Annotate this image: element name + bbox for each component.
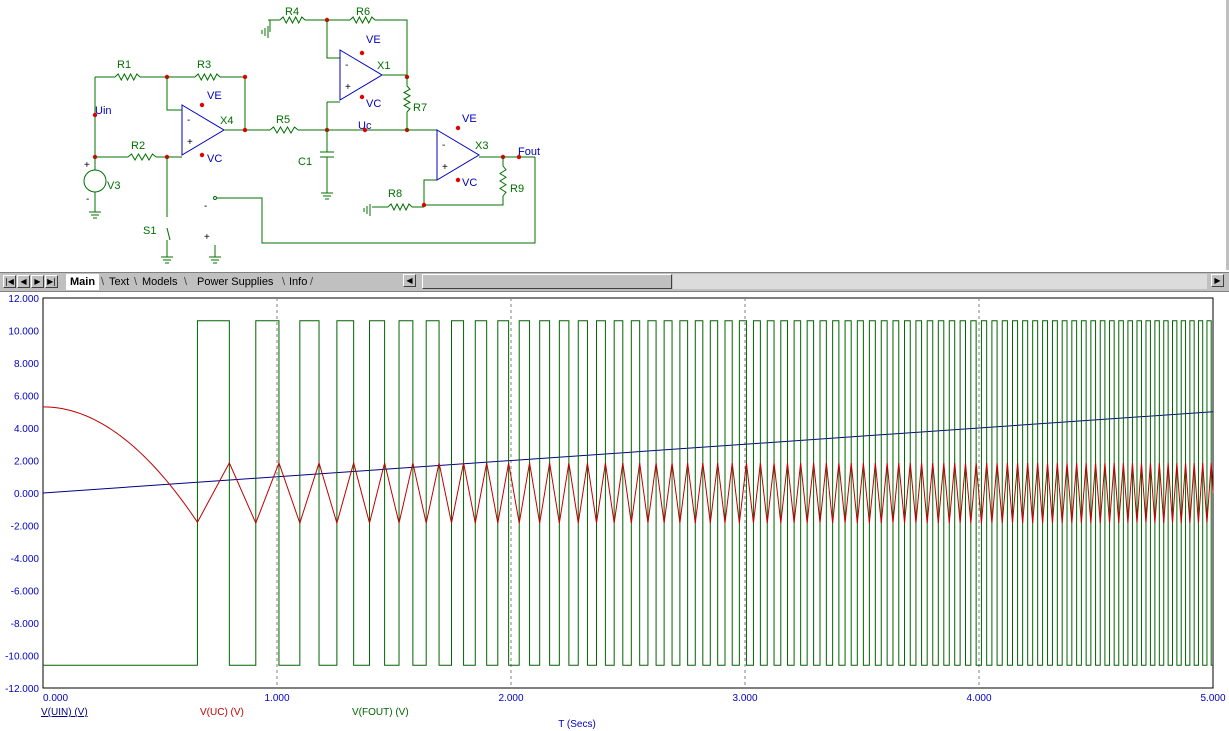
schematic-canvas[interactable]: R1 R3UinR2-+X4VEVCV3+-S1-+R5 UcC1R4 R6-+X1V… (0, 0, 1229, 270)
R2-label: R2 (131, 140, 145, 152)
wire (166, 77, 182, 111)
R3-resistor[interactable] (194, 72, 221, 82)
C1-label: C1 (298, 156, 312, 168)
opamp-minus-sign: - (345, 60, 348, 71)
X3-label: X3 (475, 140, 488, 152)
x-axis-label: T (Secs) (558, 719, 596, 730)
V3-minus-sign: - (86, 194, 89, 205)
V3-source[interactable] (83, 169, 107, 193)
scroll-thumb[interactable] (422, 274, 672, 289)
uin-node-label: Uin (95, 105, 112, 117)
wire (423, 179, 437, 205)
X4-vc-label: VC (207, 153, 222, 165)
R5-resistor[interactable] (269, 126, 299, 134)
R6-label: R6 (356, 6, 370, 18)
last-tab-button[interactable]: ▶| (45, 275, 58, 288)
opamp-minus-sign: - (187, 115, 190, 126)
y-tick-label: 0.000 (14, 489, 39, 500)
x-tick-label: 1.000 (264, 693, 289, 704)
y-tick-label: 12.000 (8, 294, 39, 305)
S1-switch[interactable] (166, 227, 171, 241)
junction-dot (199, 102, 205, 108)
y-tick-label: -4.000 (11, 554, 40, 565)
fout-node-label: Fout (518, 146, 540, 158)
R9-resistor[interactable] (499, 165, 507, 197)
junction-dot (242, 74, 248, 80)
x-tick-label: 0.000 (43, 693, 68, 704)
x-tick-label: 4.000 (966, 693, 991, 704)
R9-label: R9 (510, 183, 524, 195)
scroll-left-button[interactable]: ◀ (403, 274, 416, 287)
junction-dot (92, 112, 98, 118)
y-tick-label: -10.000 (5, 652, 39, 663)
R2-resistor[interactable] (127, 153, 157, 161)
opamp-plus-sign: + (187, 137, 193, 148)
scroll-track[interactable] (673, 274, 1207, 289)
R4-label: R4 (285, 6, 299, 18)
y-tick-label: 2.000 (14, 457, 39, 468)
R8-label: R8 (388, 188, 402, 200)
wire (326, 20, 340, 59)
prev-tab-button[interactable]: ◀ (17, 275, 30, 288)
R8-resistor[interactable] (387, 202, 413, 212)
y-tick-label: -2.000 (11, 522, 40, 533)
opamp-plus-sign: + (345, 82, 351, 93)
y-tick-label: 8.000 (14, 359, 39, 370)
R5-label: R5 (276, 114, 290, 126)
wire (217, 157, 536, 244)
R3-label: R3 (197, 59, 211, 71)
X1-ve-label: VE (366, 34, 381, 46)
S1-label: S1 (143, 225, 156, 237)
X1-vc-label: VC (366, 98, 381, 110)
first-tab-button[interactable]: |◀ (3, 275, 16, 288)
V3-plus-sign: + (84, 160, 90, 171)
tab-models[interactable]: Models (138, 274, 181, 290)
x-tick-label: 5.000 (1200, 693, 1225, 704)
y-tick-label: 6.000 (14, 392, 39, 403)
junction-dot (242, 127, 248, 133)
y-tick-label: -8.000 (11, 619, 40, 630)
tab-power-supplies[interactable]: Power Supplies (193, 274, 277, 290)
tab-text[interactable]: Text (105, 274, 133, 290)
x-tick-label: 2.000 (498, 693, 523, 704)
x-tick-label: 3.000 (732, 693, 757, 704)
opamp-plus-sign: + (442, 162, 448, 173)
V3-label: V3 (107, 180, 120, 192)
junction-dot (359, 50, 365, 56)
legend-vuin[interactable]: V(UIN) (V) (41, 707, 88, 718)
trace-vfout (43, 320, 1213, 666)
X4-ve-label: VE (207, 90, 222, 102)
S1-plus-sign: + (204, 232, 210, 243)
scroll-right-button[interactable]: ▶ (1211, 274, 1224, 287)
next-tab-button[interactable]: ▶ (31, 275, 44, 288)
R7-resistor[interactable] (402, 85, 412, 113)
R1-resistor[interactable] (114, 72, 141, 82)
S1-contact (213, 196, 217, 200)
junction-dot (362, 127, 368, 133)
X3-vc-label: VC (462, 177, 477, 189)
junction-dot (199, 152, 205, 158)
junction-dot (359, 94, 365, 100)
wire (424, 196, 504, 206)
y-tick-label: -12.000 (5, 684, 39, 695)
horizontal-scrollbar[interactable]: ◀ ▶ (403, 274, 1225, 289)
tab-main[interactable]: Main (66, 274, 100, 290)
X3-ve-label: VE (462, 113, 477, 125)
legend-vfout[interactable]: V(FOUT) (V) (352, 707, 409, 718)
opamp-minus-sign: - (442, 140, 445, 151)
waveform-plot: 0.000 1.000 2.000 3.000 4.000 5.000 12.000 10.0… (5, 294, 1226, 730)
tab-info[interactable]: Info (285, 274, 311, 290)
y-tick-label: 10.000 (8, 327, 39, 338)
X1-label: X1 (377, 60, 390, 72)
S1-minus-sign: - (204, 201, 207, 212)
y-tick-label: -6.000 (11, 587, 40, 598)
tab-bar: |◀ ◀ ▶ ▶| Main \ Text \ Models \ Power S… (0, 272, 1229, 292)
X4-label: X4 (220, 115, 233, 127)
legend-vuc[interactable]: V(UC) (V) (200, 707, 244, 718)
junction-dot (455, 177, 461, 183)
R1-label: R1 (117, 59, 131, 71)
junction-dot (455, 125, 461, 131)
R7-label: R7 (413, 102, 427, 114)
y-tick-label: 4.000 (14, 424, 39, 435)
